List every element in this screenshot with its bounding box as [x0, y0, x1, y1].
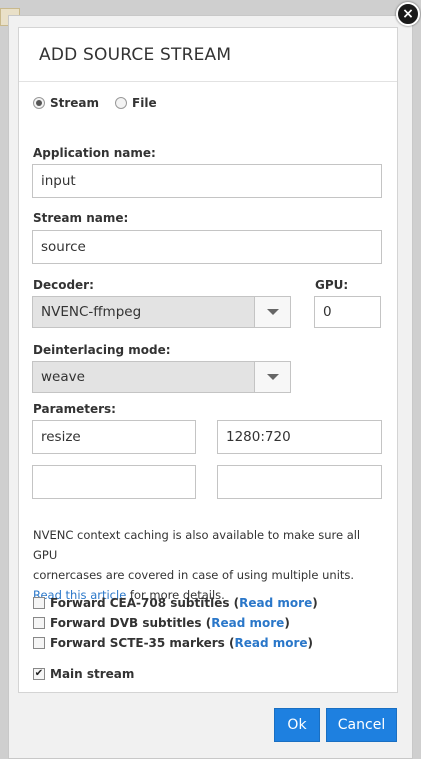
source-type-radio-group: Stream File: [33, 96, 157, 110]
main-stream-label: Main stream: [50, 667, 135, 681]
parameter-key-input-2[interactable]: [32, 465, 196, 499]
radio-file-indicator[interactable]: [115, 97, 128, 109]
application-name-value: input: [41, 173, 76, 189]
forward-dvb-checkbox[interactable]: [33, 617, 45, 629]
parameter-value-input-1[interactable]: 1280:720: [217, 420, 382, 454]
decoder-select[interactable]: NVENC-ffmpeg: [32, 296, 291, 328]
ok-button[interactable]: Ok: [274, 708, 320, 742]
gpu-input[interactable]: 0: [314, 296, 381, 328]
deinterlacing-mode-label: Deinterlacing mode:: [33, 343, 171, 357]
parameter-key-input-1[interactable]: resize: [32, 420, 196, 454]
deinterlacing-mode-select[interactable]: weave: [32, 361, 291, 393]
radio-file-label: File: [132, 96, 157, 110]
dialog-title: ADD SOURCE STREAM: [39, 44, 232, 65]
decoder-label: Decoder:: [33, 278, 94, 292]
info-line-1: NVENC context caching is also available …: [33, 528, 361, 562]
cancel-button[interactable]: Cancel: [326, 708, 397, 742]
chevron-down-icon[interactable]: [254, 362, 290, 392]
stream-name-value: source: [41, 239, 86, 255]
radio-stream-label: Stream: [50, 96, 100, 110]
forward-cea708-label: Forward CEA-708 subtitles: [50, 596, 230, 610]
forward-scte35-checkbox[interactable]: [33, 637, 45, 649]
info-line-2: cornercases are covered in case of using…: [33, 568, 355, 582]
forward-scte35-label: Forward SCTE-35 markers: [50, 636, 225, 650]
chevron-down-icon[interactable]: [254, 297, 290, 327]
radio-stream[interactable]: Stream: [33, 96, 99, 110]
forward-cea708-checkbox[interactable]: [33, 597, 45, 609]
deinterlacing-mode-value: weave: [41, 369, 85, 385]
forward-scte35-read-more-link[interactable]: Read more: [234, 636, 307, 650]
decoder-value: NVENC-ffmpeg: [41, 304, 142, 320]
parameter-value-value-1: 1280:720: [226, 429, 291, 445]
forward-cea708-row: Forward CEA-708 subtitles (Read more): [33, 596, 318, 610]
parameter-value-input-2[interactable]: [217, 465, 382, 499]
close-icon[interactable]: ×: [396, 2, 420, 26]
application-name-label: Application name:: [33, 146, 156, 160]
add-source-stream-panel: ADD SOURCE STREAM Stream File Applicatio…: [18, 27, 398, 693]
gpu-label: GPU:: [315, 278, 349, 292]
radio-stream-indicator[interactable]: [33, 97, 45, 109]
forward-dvb-read-more-link[interactable]: Read more: [211, 616, 284, 630]
main-stream-checkbox[interactable]: ✔: [33, 668, 45, 680]
panel-header: ADD SOURCE STREAM: [19, 28, 397, 82]
gpu-value: 0: [323, 304, 332, 320]
stream-name-label: Stream name:: [33, 211, 129, 225]
radio-file[interactable]: File: [115, 96, 157, 110]
main-stream-row: ✔ Main stream: [33, 667, 134, 681]
application-name-input[interactable]: input: [32, 164, 382, 198]
forward-scte35-row: Forward SCTE-35 markers (Read more): [33, 636, 313, 650]
forward-cea708-read-more-link[interactable]: Read more: [239, 596, 312, 610]
stream-name-input[interactable]: source: [32, 230, 382, 264]
parameters-label: Parameters:: [33, 402, 116, 416]
parameter-key-value-1: resize: [41, 429, 81, 445]
forward-dvb-label: Forward DVB subtitles: [50, 616, 202, 630]
nvenc-info-text: NVENC context caching is also available …: [33, 525, 385, 605]
forward-dvb-row: Forward DVB subtitles (Read more): [33, 616, 290, 630]
